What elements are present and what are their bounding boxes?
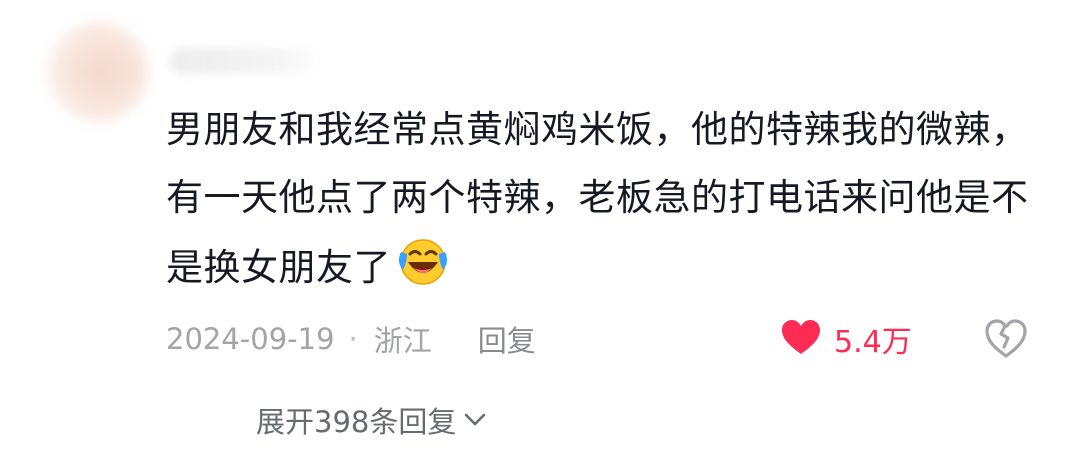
comment-text: 男朋友和我经常点黄焖鸡米饭，他的特辣我的微辣，有一天他点了两个特辣，老板急的打电… (166, 108, 1029, 289)
expand-replies-label: 展开398条回复 (256, 405, 457, 439)
expand-replies-button[interactable]: 展开398条回复 (256, 397, 488, 443)
reply-button[interactable]: 回复 (478, 318, 536, 360)
avatar[interactable] (48, 22, 148, 122)
broken-heart-icon[interactable] (984, 317, 1028, 361)
meta-separator: · (348, 322, 358, 356)
chevron-down-icon (465, 413, 486, 426)
laughing-tears-emoji-icon (395, 232, 451, 310)
like-button[interactable]: 5.4万 (780, 315, 912, 363)
username-blurred[interactable] (170, 48, 315, 74)
comment-body: 男朋友和我经常点黄焖鸡米饭，他的特辣我的微辣，有一天他点了两个特辣，老板急的打电… (166, 96, 1036, 310)
like-count: 5.4万 (834, 325, 912, 360)
comment-date: 2024-09-19 (166, 322, 335, 356)
comment-meta: 2024-09-19 · 浙江 回复 (166, 315, 536, 363)
heart-icon[interactable] (780, 318, 822, 360)
comment-location: 浙江 (373, 324, 432, 358)
